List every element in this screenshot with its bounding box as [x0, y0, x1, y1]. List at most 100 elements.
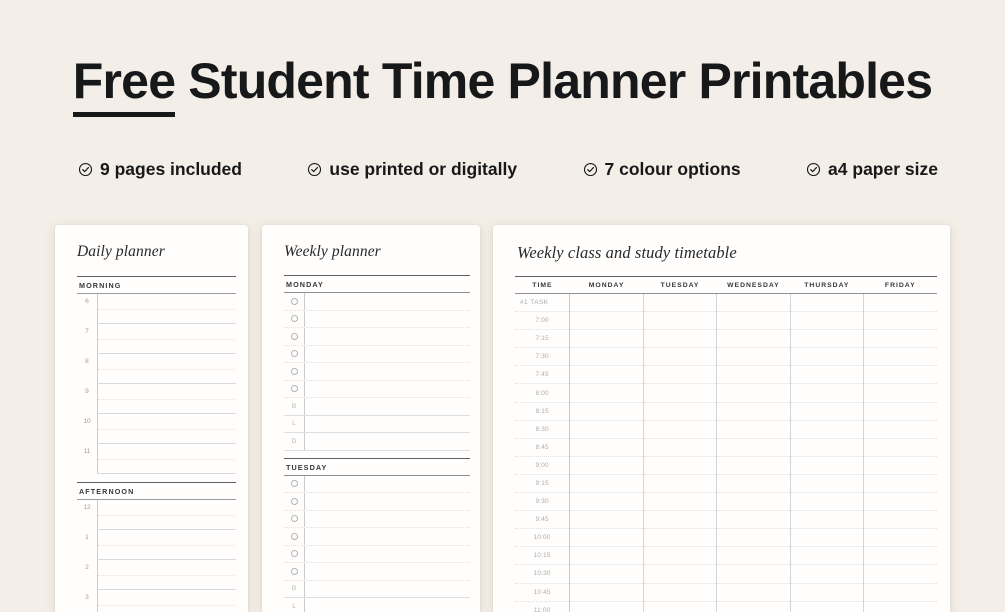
weekly-task-row[interactable] — [284, 310, 470, 328]
timetable-cell[interactable] — [569, 402, 644, 421]
circle-checkbox-icon[interactable] — [290, 567, 298, 575]
circle-checkbox-icon[interactable] — [290, 550, 298, 558]
weekly-meal-row[interactable]: L — [284, 598, 470, 612]
timetable-cell[interactable] — [790, 474, 865, 494]
weekly-write-line[interactable] — [304, 510, 470, 527]
task-checkbox-cell[interactable] — [284, 515, 304, 523]
timetable-cell[interactable] — [716, 583, 791, 602]
timetable-row[interactable]: 10:00 — [515, 528, 937, 548]
circle-checkbox-icon[interactable] — [290, 315, 298, 323]
weekly-write-line[interactable] — [304, 380, 470, 397]
timetable-cell[interactable] — [643, 347, 718, 367]
timetable-row[interactable]: 7:15 — [515, 329, 937, 349]
timetable-cell[interactable] — [716, 564, 791, 584]
timetable-cell[interactable] — [863, 420, 937, 439]
timetable-cell[interactable] — [790, 456, 865, 475]
timetable-row[interactable]: 10:15 — [515, 546, 937, 566]
timetable-cell[interactable] — [863, 293, 937, 313]
timetable-cell[interactable] — [790, 583, 865, 602]
timetable-cell[interactable] — [790, 564, 865, 584]
weekly-write-line[interactable] — [304, 475, 470, 492]
weekly-task-row[interactable] — [284, 293, 470, 311]
timetable-cell[interactable] — [643, 329, 718, 349]
weekly-write-line[interactable] — [304, 598, 470, 612]
weekly-write-line[interactable] — [304, 345, 470, 362]
daily-hour-row[interactable]: 1 — [77, 530, 236, 560]
circle-checkbox-icon[interactable] — [290, 332, 298, 340]
circle-checkbox-icon[interactable] — [290, 515, 298, 523]
weekly-task-row[interactable] — [284, 475, 470, 493]
timetable-cell[interactable] — [643, 492, 718, 512]
timetable-cell[interactable] — [790, 365, 865, 385]
weekly-write-line[interactable] — [304, 563, 470, 580]
circle-checkbox-icon[interactable] — [290, 367, 298, 375]
task-checkbox-cell[interactable] — [284, 332, 304, 340]
weekly-task-row[interactable] — [284, 545, 470, 563]
timetable-row[interactable]: 7:30 — [515, 347, 937, 367]
timetable-cell[interactable] — [643, 293, 718, 313]
timetable-cell[interactable] — [790, 402, 865, 421]
timetable-cell[interactable] — [716, 510, 791, 530]
timetable-cell[interactable] — [569, 583, 644, 602]
daily-write-line[interactable] — [97, 414, 236, 444]
timetable-cell[interactable] — [643, 546, 718, 566]
daily-planner-card[interactable]: Daily planner MORNING 6 7 8 9 10 11 AFTERNOON 12… — [55, 225, 248, 612]
timetable-cell[interactable] — [569, 528, 644, 548]
weekly-write-line[interactable] — [304, 528, 470, 545]
daily-write-line[interactable] — [97, 530, 236, 560]
timetable-cell[interactable] — [643, 402, 718, 421]
task-checkbox-cell[interactable] — [284, 567, 304, 575]
timetable-cell[interactable] — [716, 347, 791, 367]
task-checkbox-cell[interactable] — [284, 350, 304, 358]
daily-write-line[interactable] — [97, 354, 236, 384]
task-checkbox-cell[interactable] — [284, 297, 304, 305]
timetable-cell[interactable] — [643, 365, 718, 385]
timetable-cell[interactable] — [863, 474, 937, 494]
timetable-cell[interactable] — [863, 402, 937, 421]
daily-hour-row[interactable]: 7 — [77, 324, 236, 354]
daily-write-line[interactable] — [97, 560, 236, 590]
timetable-cell[interactable] — [863, 546, 937, 566]
timetable-cell[interactable] — [790, 510, 865, 530]
task-checkbox-cell[interactable] — [284, 497, 304, 505]
timetable-row[interactable]: 9:00 — [515, 456, 937, 475]
timetable-cell[interactable] — [643, 438, 718, 457]
timetable-row[interactable]: 8:15 — [515, 402, 937, 421]
timetable-cell[interactable] — [790, 438, 865, 457]
timetable-cell[interactable] — [790, 492, 865, 512]
timetable-row[interactable]: 10:45 — [515, 583, 937, 602]
timetable-cell[interactable] — [790, 347, 865, 367]
timetable-cell[interactable] — [643, 583, 718, 602]
timetable-cell[interactable] — [569, 347, 644, 367]
timetable-cell[interactable] — [569, 383, 644, 403]
timetable-cell[interactable] — [643, 383, 718, 403]
weekly-write-line[interactable] — [304, 363, 470, 380]
circle-checkbox-icon[interactable] — [290, 532, 298, 540]
timetable-cell[interactable] — [863, 528, 937, 548]
timetable-row[interactable]: 8:30 — [515, 420, 937, 439]
timetable-cell[interactable] — [643, 510, 718, 530]
weekly-task-row[interactable] — [284, 363, 470, 381]
timetable-cell[interactable] — [863, 492, 937, 512]
circle-checkbox-icon[interactable] — [290, 385, 298, 393]
weekly-write-line[interactable] — [304, 415, 470, 432]
task-checkbox-cell[interactable] — [284, 315, 304, 323]
circle-checkbox-icon[interactable] — [290, 297, 298, 305]
weekly-planner-card[interactable]: Weekly planner MONDAYBLDTUESDAYBLDWEDNES… — [262, 225, 480, 612]
timetable-cell[interactable] — [863, 456, 937, 475]
timetable-cell[interactable] — [569, 601, 644, 612]
timetable-cell[interactable] — [790, 329, 865, 349]
timetable-cell[interactable] — [643, 474, 718, 494]
timetable-row[interactable]: 9:15 — [515, 474, 937, 494]
timetable-cell[interactable] — [716, 402, 791, 421]
timetable-cell[interactable] — [569, 564, 644, 584]
task-checkbox-cell[interactable] — [284, 480, 304, 488]
timetable-cell[interactable] — [790, 311, 865, 331]
timetable-cell[interactable] — [716, 474, 791, 494]
weekly-task-row[interactable] — [284, 510, 470, 528]
timetable-cell[interactable] — [716, 383, 791, 403]
timetable-cell[interactable] — [569, 420, 644, 439]
timetable-card[interactable]: Weekly class and study timetable TIME MON… — [493, 225, 950, 612]
timetable-cell[interactable] — [790, 420, 865, 439]
timetable-cell[interactable] — [643, 311, 718, 331]
